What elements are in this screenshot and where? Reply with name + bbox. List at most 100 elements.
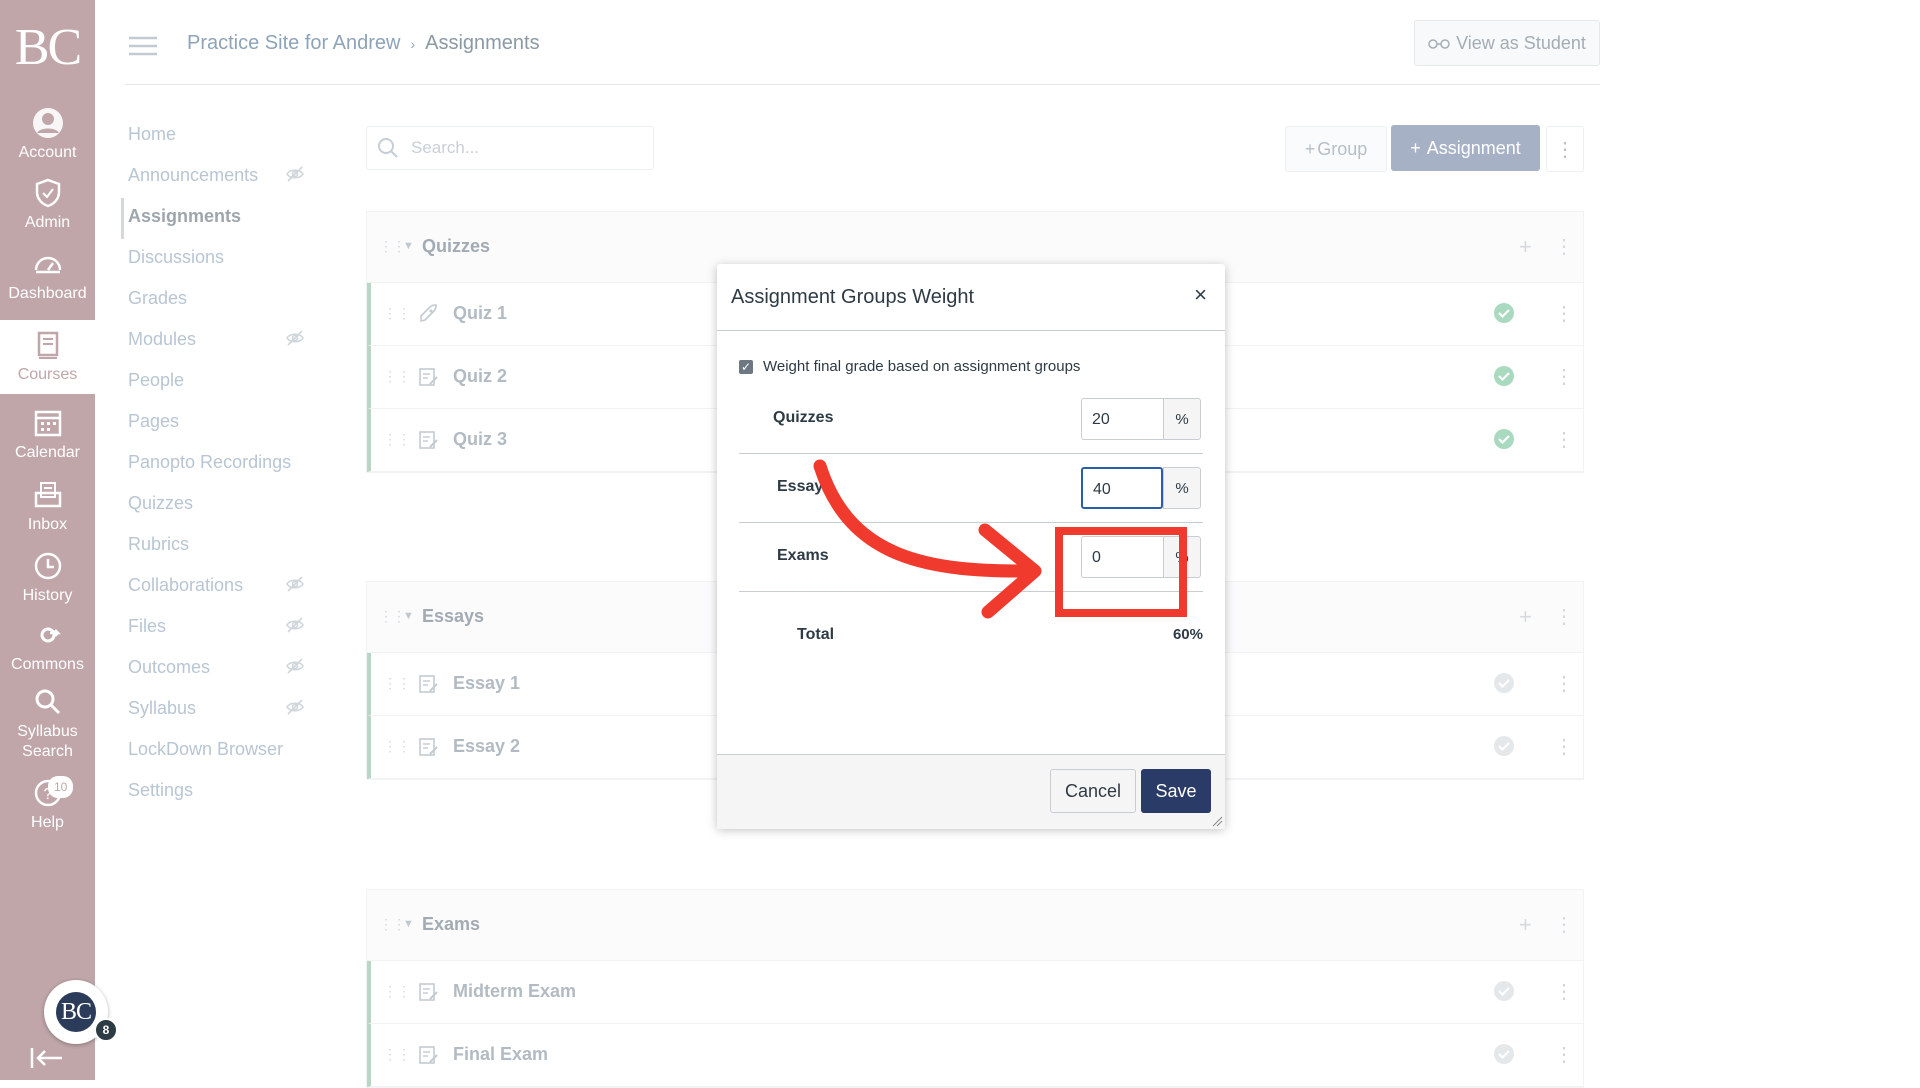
published-check-icon[interactable] <box>1493 1043 1515 1065</box>
drag-handle-icon[interactable]: ⋮⋮ <box>383 368 411 385</box>
resize-handle-icon[interactable] <box>1211 815 1223 827</box>
assignment-group-header[interactable]: ⋮⋮ ▼ Exams + ⋮ <box>367 890 1583 961</box>
cancel-button[interactable]: Cancel <box>1050 769 1136 813</box>
caret-down-icon[interactable]: ▼ <box>403 918 414 930</box>
caret-down-icon[interactable]: ▼ <box>403 610 414 622</box>
assignment-name[interactable]: Quiz 3 <box>453 429 507 450</box>
search-input[interactable]: Search... <box>366 126 654 170</box>
nav-commons[interactable]: Commons <box>0 612 95 682</box>
course-nav-link[interactable]: Outcomes <box>123 649 323 690</box>
assignment-name[interactable]: Final Exam <box>453 1044 548 1065</box>
published-check-icon[interactable] <box>1493 428 1515 450</box>
course-nav-link[interactable]: Announcements <box>123 157 323 198</box>
save-button[interactable]: Save <box>1141 769 1211 813</box>
weight-checkbox-row[interactable]: ✓ Weight final grade based on assignment… <box>739 358 1080 375</box>
add-to-group-icon[interactable]: + <box>1519 912 1532 938</box>
course-nav-link[interactable]: LockDown Browser <box>123 731 323 772</box>
kebab-icon[interactable]: ⋮ <box>1554 671 1574 696</box>
kebab-icon[interactable]: ⋮ <box>1554 234 1574 259</box>
weight-input-quizzes[interactable]: 20 <box>1081 398 1163 440</box>
inbox-icon <box>34 482 61 508</box>
add-group-button[interactable]: + Group <box>1285 126 1387 172</box>
published-check-icon[interactable] <box>1493 980 1515 1002</box>
kebab-icon[interactable]: ⋮ <box>1554 734 1574 759</box>
add-to-group-icon[interactable]: + <box>1519 234 1532 260</box>
course-nav-link[interactable]: Assignments <box>121 198 323 239</box>
published-check-icon[interactable] <box>1493 365 1515 387</box>
weight-input-essays[interactable]: 40 <box>1081 467 1163 509</box>
help-badge: 10 <box>48 776 74 798</box>
hidden-eye-icon <box>286 699 304 715</box>
assignment-name[interactable]: Essay 2 <box>453 736 520 757</box>
breadcrumb-course[interactable]: Practice Site for Andrew <box>187 32 400 54</box>
view-as-student-button[interactable]: View as Student <box>1414 20 1600 66</box>
nav-label: History <box>22 587 73 604</box>
course-nav-link[interactable]: Pages <box>123 403 323 444</box>
assignment-name[interactable]: Quiz 1 <box>453 303 507 324</box>
course-nav-link[interactable]: People <box>123 362 323 403</box>
institution-logo[interactable]: BC <box>0 0 95 95</box>
nav-courses[interactable]: Courses <box>0 320 95 394</box>
course-nav-link[interactable]: Grades <box>123 280 323 321</box>
account-icon <box>32 108 63 138</box>
nav-calendar[interactable]: Calendar <box>0 400 95 470</box>
hamburger-icon[interactable] <box>129 36 157 56</box>
published-check-icon[interactable] <box>1493 735 1515 757</box>
published-check-icon[interactable] <box>1493 672 1515 694</box>
assignment-row[interactable]: ⋮⋮ Final Exam ⋮ <box>367 1024 1583 1087</box>
dialog-header: Assignment Groups Weight × <box>717 264 1225 331</box>
course-nav-link[interactable]: Rubrics <box>123 526 323 567</box>
drag-handle-icon[interactable]: ⋮⋮ <box>383 675 411 692</box>
drag-handle-icon[interactable]: ⋮⋮ <box>379 916 406 933</box>
kebab-icon[interactable]: ⋮ <box>1554 427 1574 452</box>
assignment-name[interactable]: Essay 1 <box>453 673 520 694</box>
glasses-icon <box>1428 39 1450 49</box>
add-to-group-icon[interactable]: + <box>1519 604 1532 630</box>
weight-row-quizzes: Quizzes 20 % <box>739 385 1203 454</box>
drag-handle-icon[interactable]: ⋮⋮ <box>383 431 411 448</box>
course-nav-link[interactable]: Settings <box>123 772 323 813</box>
add-assignment-button[interactable]: + Assignment <box>1391 125 1540 171</box>
assignment-name[interactable]: Midterm Exam <box>453 981 576 1002</box>
nav-admin[interactable]: Admin <box>0 170 95 240</box>
total-label: Total <box>797 626 835 643</box>
assignment-icon <box>419 675 438 693</box>
assignment-name[interactable]: Quiz 2 <box>453 366 507 387</box>
course-nav-link[interactable]: Panopto Recordings <box>123 444 323 485</box>
kebab-icon: ⋮ <box>1555 138 1575 161</box>
course-nav-label: Announcements <box>128 165 259 185</box>
drag-handle-icon[interactable]: ⋮⋮ <box>383 305 411 322</box>
drag-handle-icon[interactable]: ⋮⋮ <box>379 238 406 255</box>
course-nav-link[interactable]: Quizzes <box>123 485 323 526</box>
weight-input-exams[interactable]: 0 <box>1081 536 1163 578</box>
published-check-icon[interactable] <box>1493 302 1515 324</box>
caret-down-icon[interactable]: ▼ <box>403 240 414 252</box>
course-nav-link[interactable]: Files <box>123 608 323 649</box>
course-nav-link[interactable]: Modules <box>123 321 323 362</box>
nav-history[interactable]: History <box>0 543 95 613</box>
assignment-row[interactable]: ⋮⋮ Midterm Exam ⋮ <box>367 961 1583 1024</box>
course-nav-link[interactable]: Discussions <box>123 239 323 280</box>
course-nav-link[interactable]: Collaborations <box>123 567 323 608</box>
nav-account[interactable]: Account <box>0 100 95 170</box>
drag-handle-icon[interactable]: ⋮⋮ <box>383 738 411 755</box>
nav-inbox[interactable]: Inbox <box>0 472 95 542</box>
collapse-nav-icon[interactable] <box>30 1046 66 1070</box>
weight-checkbox[interactable]: ✓ <box>739 359 753 374</box>
kebab-icon[interactable]: ⋮ <box>1554 912 1574 937</box>
kebab-icon[interactable]: ⋮ <box>1554 979 1574 1004</box>
kebab-icon[interactable]: ⋮ <box>1554 1042 1574 1067</box>
close-icon[interactable]: × <box>1194 282 1207 308</box>
kebab-icon[interactable]: ⋮ <box>1554 364 1574 389</box>
course-nav-link[interactable]: Home <box>123 116 323 157</box>
drag-handle-icon[interactable]: ⋮⋮ <box>379 608 406 625</box>
course-nav-link[interactable]: Syllabus <box>123 690 323 731</box>
drag-handle-icon[interactable]: ⋮⋮ <box>383 983 411 1000</box>
nav-dashboard[interactable]: Dashboard <box>0 241 95 311</box>
more-options-button[interactable]: ⋮ <box>1546 126 1584 172</box>
kebab-icon[interactable]: ⋮ <box>1554 301 1574 326</box>
kebab-icon[interactable]: ⋮ <box>1554 604 1574 629</box>
nav-syllabus-search[interactable]: Syllabus Search <box>0 682 95 766</box>
drag-handle-icon[interactable]: ⋮⋮ <box>383 1046 411 1063</box>
nav-help[interactable]: ? 10 Help <box>0 770 95 840</box>
